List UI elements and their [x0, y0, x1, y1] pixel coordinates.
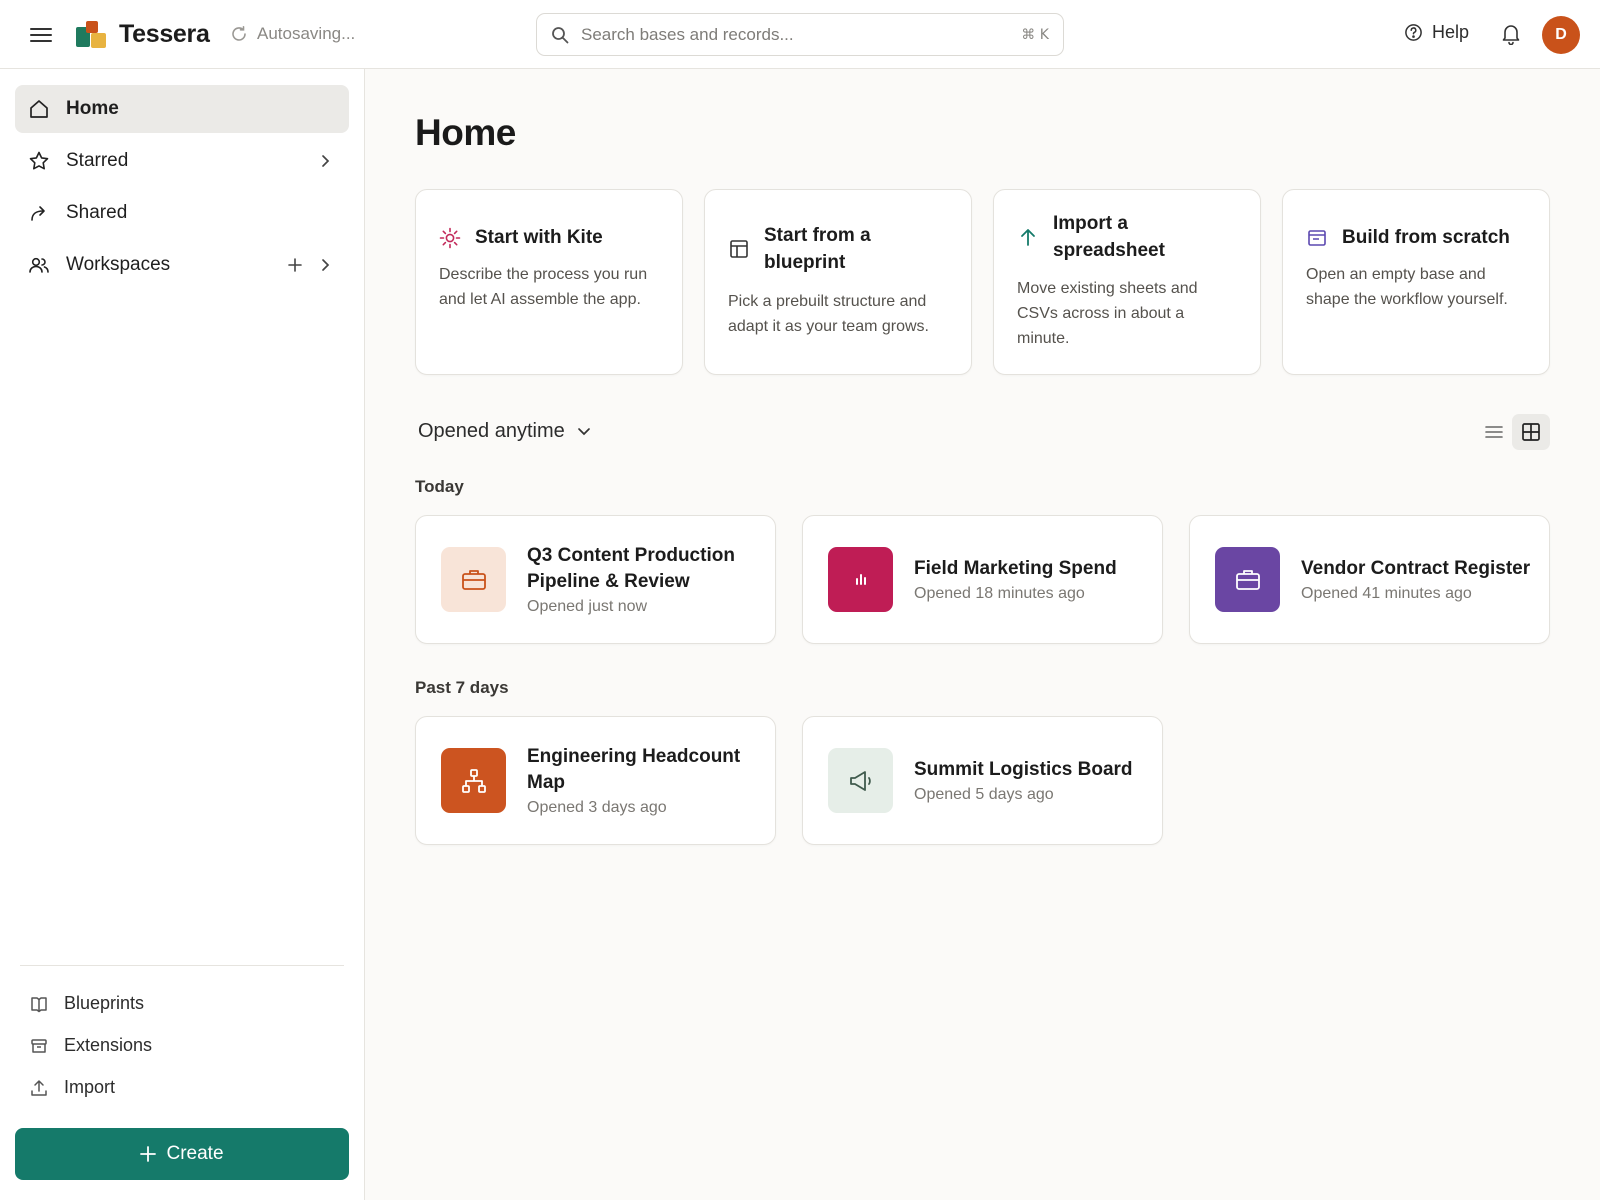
record-title: Summit Logistics Board [914, 759, 1133, 780]
window-layout-icon [1306, 227, 1328, 249]
chevron-down-icon [577, 427, 591, 437]
record-opened-time: Opened 41 minutes ago [1301, 585, 1472, 602]
record-card[interactable]: Field Marketing Spend Opened 18 minutes … [802, 515, 1163, 644]
filter-label: Opened anytime [418, 420, 565, 442]
chevron-right-icon[interactable] [315, 151, 335, 171]
record-title: Engineering Headcount Map [527, 746, 741, 793]
chevron-right-icon[interactable] [315, 255, 335, 275]
start-card-description: Describe the process you run and let AI … [439, 266, 648, 308]
share-arrow-icon [28, 202, 50, 224]
search-bar[interactable]: ⌘ K [536, 13, 1064, 56]
arrow-up-icon [1017, 226, 1039, 248]
sidebar-item-label: Starred [66, 150, 129, 171]
help-label: Help [1432, 22, 1470, 42]
search-input[interactable] [581, 24, 1022, 45]
record-opened-time: Opened 5 days ago [914, 786, 1054, 803]
record-title: Q3 Content Production Pipeline & Review [527, 545, 735, 592]
grid-view-icon[interactable] [1512, 414, 1550, 450]
record-card[interactable]: Q3 Content Production Pipeline & Review … [415, 515, 776, 644]
org-chart-icon [441, 748, 506, 813]
autosave-status: Autosaving... [230, 24, 355, 44]
home-icon [28, 98, 50, 120]
bar-chart-icon [828, 547, 893, 612]
create-button[interactable]: Create [15, 1128, 349, 1180]
bell-icon[interactable] [1501, 23, 1521, 45]
brand-name: Tessera [119, 20, 210, 48]
sidebar-bottom-label: Blueprints [64, 993, 145, 1013]
start-card-scratch[interactable]: Build from scratch Open an empty base an… [1282, 189, 1550, 375]
refresh-icon [230, 25, 248, 43]
help-icon [1404, 23, 1423, 42]
briefcase-icon [1215, 547, 1280, 612]
start-card-title: Build from scratch [1342, 227, 1510, 248]
briefcase-icon [441, 547, 506, 612]
sidebar-item-label: Shared [66, 202, 128, 223]
megaphone-icon [828, 748, 893, 813]
sidebar-item-home[interactable]: Home [15, 85, 349, 133]
record-opened-time: Opened 3 days ago [527, 799, 667, 816]
sidebar-item-label: Home [66, 98, 119, 119]
upload-icon [30, 1079, 48, 1097]
autosave-label: Autosaving... [257, 24, 356, 43]
start-card-description: Open an empty base and shape the workflo… [1306, 266, 1508, 308]
start-card-title: Start from a blueprint [764, 225, 871, 273]
start-card-title: Import a spreadsheet [1053, 213, 1165, 261]
section-past-7-days: Past 7 days [415, 678, 509, 697]
top-header: Tessera Autosaving... ⌘ K Help D [0, 0, 1600, 69]
start-card-import[interactable]: Import a spreadsheet Move existing sheet… [993, 189, 1261, 375]
layout-template-icon [728, 238, 750, 260]
record-title: Vendor Contract Register [1301, 558, 1531, 579]
plus-icon[interactable] [285, 255, 305, 275]
record-title: Field Marketing Spend [914, 558, 1117, 579]
users-icon [28, 254, 50, 276]
menu-icon[interactable] [28, 22, 54, 48]
list-view-icon[interactable] [1476, 414, 1512, 450]
help-button[interactable]: Help [1404, 22, 1469, 43]
start-card-description: Pick a prebuilt structure and adapt it a… [728, 293, 929, 335]
avatar[interactable]: D [1542, 16, 1580, 54]
record-card[interactable]: Summit Logistics Board Opened 5 days ago [802, 716, 1163, 845]
page-title: Home [415, 112, 516, 153]
create-label: Create [166, 1143, 224, 1164]
sidebar-item-starred[interactable]: Starred [15, 137, 349, 185]
sidebar-bottom-label: Extensions [64, 1035, 153, 1055]
sparkle-sun-icon [439, 227, 461, 249]
start-card-blueprint[interactable]: Start from a blueprint Pick a prebuilt s… [704, 189, 972, 375]
sidebar-item-label: Workspaces [66, 254, 171, 275]
record-opened-time: Opened 18 minutes ago [914, 585, 1085, 602]
start-card-description: Move existing sheets and CSVs across in … [1017, 280, 1198, 347]
star-icon [28, 150, 50, 172]
sidebar-item-blueprints[interactable]: Blueprints [30, 993, 144, 1014]
record-card[interactable]: Vendor Contract Register Opened 41 minut… [1189, 515, 1550, 644]
start-card-kite[interactable]: Start with Kite Describe the process you… [415, 189, 683, 375]
search-shortcut: ⌘ K [1021, 26, 1049, 43]
search-icon [551, 26, 569, 44]
tessera-logo[interactable] [76, 20, 108, 50]
section-today: Today [415, 477, 464, 496]
start-card-title: Start with Kite [475, 227, 603, 248]
sidebar-item-shared[interactable]: Shared [15, 189, 349, 237]
sidebar-item-extensions[interactable]: Extensions [30, 1035, 152, 1056]
sidebar-bottom-label: Import [64, 1077, 116, 1097]
sidebar-item-workspaces[interactable]: Workspaces [15, 241, 349, 289]
sidebar: Home Starred Shared Workspaces Blueprint… [0, 69, 365, 1200]
record-opened-time: Opened just now [527, 598, 648, 615]
sidebar-divider [20, 965, 344, 966]
extensions-box-icon [30, 1037, 48, 1055]
book-icon [30, 995, 48, 1013]
opened-filter-dropdown[interactable]: Opened anytime [418, 420, 591, 443]
record-card[interactable]: Engineering Headcount Map Opened 3 days … [415, 716, 776, 845]
plus-icon [140, 1146, 157, 1162]
sidebar-item-import[interactable]: Import [30, 1077, 115, 1098]
